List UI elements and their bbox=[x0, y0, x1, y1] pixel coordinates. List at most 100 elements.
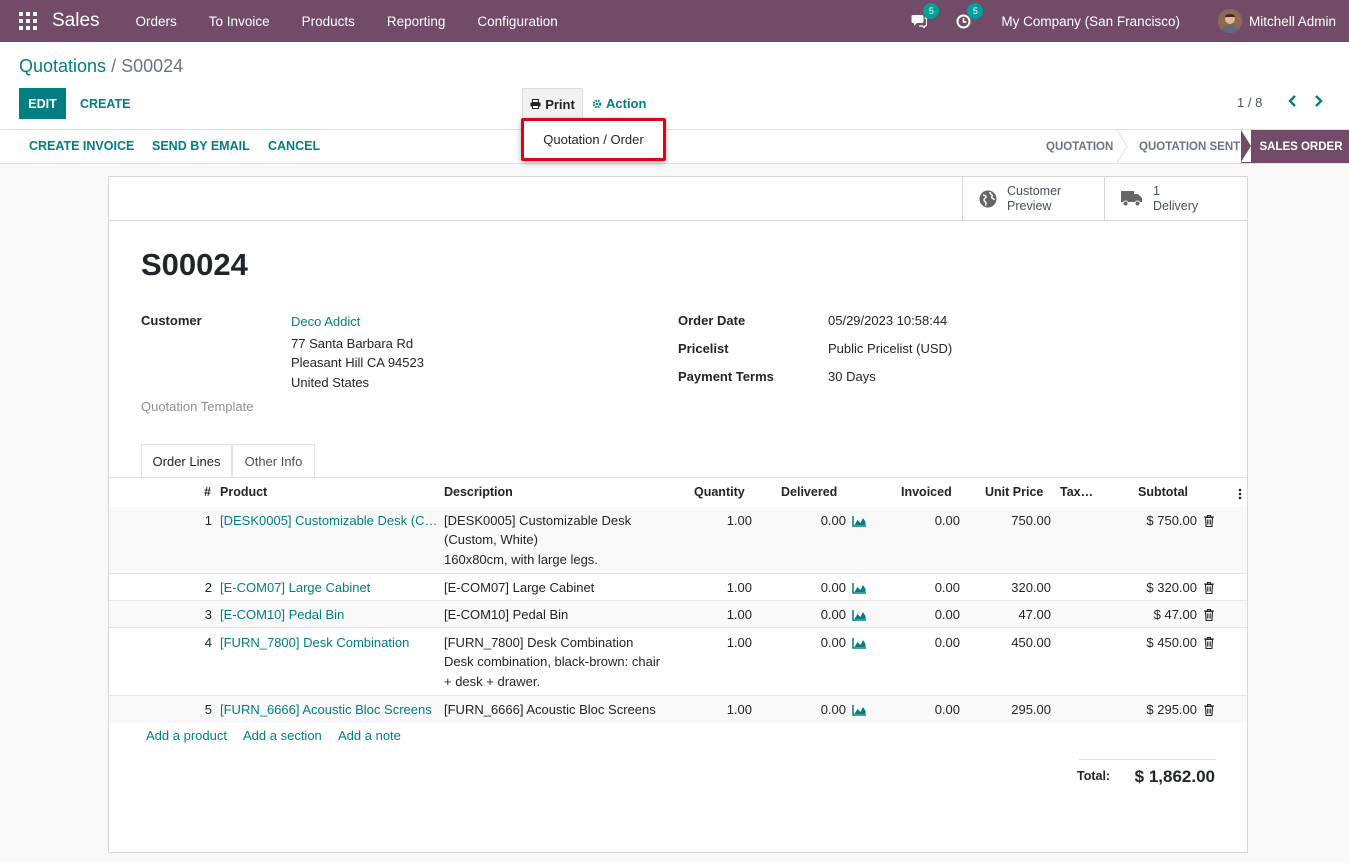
pager-value[interactable]: 1 / 8 bbox=[1237, 95, 1262, 110]
company-switcher[interactable]: My Company (San Francisco) bbox=[1001, 14, 1180, 29]
trash-icon[interactable] bbox=[1204, 515, 1214, 527]
col-product[interactable]: Product bbox=[220, 485, 267, 499]
delivery-count: 1 bbox=[1153, 183, 1160, 198]
add-product-link[interactable]: Add a product bbox=[146, 728, 227, 743]
trash-icon[interactable] bbox=[1204, 637, 1214, 649]
forecast-chart-icon[interactable] bbox=[852, 637, 867, 649]
line-delivered: 0.00 bbox=[820, 580, 846, 595]
forecast-chart-icon[interactable] bbox=[852, 704, 867, 716]
line-description: + desk + drawer. bbox=[444, 674, 541, 689]
line-description: [E-COM10] Pedal Bin bbox=[444, 607, 569, 622]
line-subtotal: $ 320.00 bbox=[1146, 580, 1197, 595]
app-name[interactable]: Sales bbox=[52, 10, 100, 32]
breadcrumb-current: S00024 bbox=[121, 56, 184, 76]
breadcrumb: Quotations / S00024 bbox=[19, 56, 183, 77]
line-delivered: 0.00 bbox=[820, 513, 846, 528]
column-options-icon[interactable] bbox=[1238, 488, 1242, 500]
line-subtotal: $ 750.00 bbox=[1146, 513, 1197, 528]
breadcrumb-separator: / bbox=[111, 56, 117, 76]
create-invoice-button[interactable]: CREATE INVOICE bbox=[29, 139, 134, 153]
stage-quotation[interactable]: QUOTATION bbox=[1046, 130, 1113, 163]
edit-button[interactable]: EDIT bbox=[19, 88, 66, 119]
line-description: 160x80cm, with large legs. bbox=[444, 552, 598, 567]
form-sheet: Customer Preview 1 Delivery S00024 Custo… bbox=[108, 176, 1248, 853]
chevron-left-icon[interactable] bbox=[1287, 94, 1301, 112]
line-unit-price: 320.00 bbox=[1011, 580, 1051, 595]
delivery-label: Delivery bbox=[1153, 198, 1199, 213]
print-icon bbox=[530, 99, 541, 109]
breadcrumb-quotations[interactable]: Quotations bbox=[19, 56, 106, 76]
menu-configuration[interactable]: Configuration bbox=[461, 14, 573, 29]
line-product[interactable]: [DESK0005] Customizable Desk (Cu… bbox=[220, 511, 438, 531]
tab-order-lines[interactable]: Order Lines bbox=[141, 444, 232, 478]
forecast-chart-icon[interactable] bbox=[852, 582, 867, 594]
col-unit-price[interactable]: Unit Price bbox=[985, 485, 1043, 499]
col-description[interactable]: Description bbox=[444, 485, 513, 499]
line-product[interactable]: [E-COM10] Pedal Bin bbox=[220, 605, 438, 625]
stage-sales-order[interactable]: SALES ORDER bbox=[1241, 130, 1349, 163]
col-number: # bbox=[204, 485, 211, 499]
line-product[interactable]: [FURN_6666] Acoustic Bloc Screens bbox=[220, 700, 438, 720]
col-invoiced[interactable]: Invoiced bbox=[901, 485, 952, 499]
action-label: Action bbox=[606, 96, 647, 111]
line-subtotal: $ 295.00 bbox=[1146, 702, 1197, 717]
user-avatar[interactable] bbox=[1217, 9, 1242, 33]
cancel-button[interactable]: CANCEL bbox=[268, 139, 320, 153]
address-line-1: 77 Santa Barbara Rd bbox=[291, 336, 414, 351]
chevron-right-icon[interactable] bbox=[1314, 94, 1328, 112]
send-by-email-button[interactable]: SEND BY EMAIL bbox=[152, 139, 250, 153]
customer-preview-text: Customer Preview bbox=[1007, 184, 1061, 214]
menu-reporting[interactable]: Reporting bbox=[371, 14, 462, 29]
total-divider bbox=[1079, 759, 1216, 760]
line-number: 1 bbox=[204, 513, 212, 528]
print-button[interactable]: Print bbox=[522, 88, 583, 119]
col-quantity[interactable]: Quantity bbox=[694, 485, 745, 499]
customer-preview-button[interactable]: Customer Preview bbox=[962, 177, 1104, 220]
col-delivered[interactable]: Delivered bbox=[781, 485, 837, 499]
stage-quotation-sent[interactable]: QUOTATION SENT bbox=[1139, 130, 1240, 163]
pricelist-label: Pricelist bbox=[678, 341, 729, 356]
delivery-text: 1 Delivery bbox=[1153, 184, 1198, 214]
forecast-chart-icon[interactable] bbox=[852, 609, 867, 621]
add-section-link[interactable]: Add a section bbox=[243, 728, 322, 743]
line-quantity: 1.00 bbox=[726, 607, 752, 622]
add-note-link[interactable]: Add a note bbox=[338, 728, 401, 743]
messages-icon[interactable]: 5 bbox=[909, 3, 940, 31]
activities-icon[interactable]: 5 bbox=[953, 3, 984, 31]
col-subtotal[interactable]: Subtotal bbox=[1138, 485, 1188, 499]
menu-orders[interactable]: Orders bbox=[120, 14, 193, 29]
activities-badge: 5 bbox=[967, 3, 984, 19]
order-lines-table bbox=[109, 477, 1247, 478]
line-description: [DESK0005] Customizable Desk bbox=[444, 513, 632, 528]
user-menu[interactable]: Mitchell Admin bbox=[1249, 14, 1336, 29]
print-dropdown-item[interactable]: Quotation / Order bbox=[521, 118, 666, 161]
line-unit-price: 47.00 bbox=[1018, 607, 1051, 622]
action-button[interactable]: Action bbox=[592, 88, 646, 119]
delivery-button[interactable]: 1 Delivery bbox=[1104, 177, 1247, 220]
menu-products[interactable]: Products bbox=[286, 14, 371, 29]
stage-separator bbox=[1116, 130, 1128, 163]
forecast-chart-icon[interactable] bbox=[852, 515, 867, 527]
trash-icon[interactable] bbox=[1204, 609, 1214, 621]
order-date-value: 05/29/2023 10:58:44 bbox=[828, 313, 948, 328]
gear-icon bbox=[592, 99, 602, 108]
customer-link[interactable]: Deco Addict bbox=[291, 314, 360, 329]
line-delivered: 0.00 bbox=[820, 702, 846, 717]
total-value: $ 1,862.00 bbox=[1134, 767, 1215, 786]
customer-preview-line1: Customer bbox=[1007, 183, 1062, 198]
line-product[interactable]: [FURN_7800] Desk Combination bbox=[220, 633, 438, 653]
print-label: Print bbox=[545, 96, 575, 112]
create-button[interactable]: CREATE bbox=[80, 88, 130, 119]
line-delivered: 0.00 bbox=[820, 607, 846, 622]
trash-icon[interactable] bbox=[1204, 704, 1214, 716]
line-description: [E-COM07] Large Cabinet bbox=[444, 580, 595, 595]
line-product[interactable]: [E-COM07] Large Cabinet bbox=[220, 578, 438, 598]
menu-to-invoice[interactable]: To Invoice bbox=[193, 14, 286, 29]
col-taxes[interactable]: Tax… bbox=[1060, 485, 1093, 499]
truck-icon bbox=[1121, 191, 1142, 207]
tab-other-info[interactable]: Other Info bbox=[232, 444, 315, 478]
trash-icon[interactable] bbox=[1204, 582, 1214, 594]
customer-preview-line2: Preview bbox=[1007, 198, 1052, 213]
line-invoiced: 0.00 bbox=[934, 607, 960, 622]
apps-menu-icon[interactable] bbox=[19, 12, 37, 30]
